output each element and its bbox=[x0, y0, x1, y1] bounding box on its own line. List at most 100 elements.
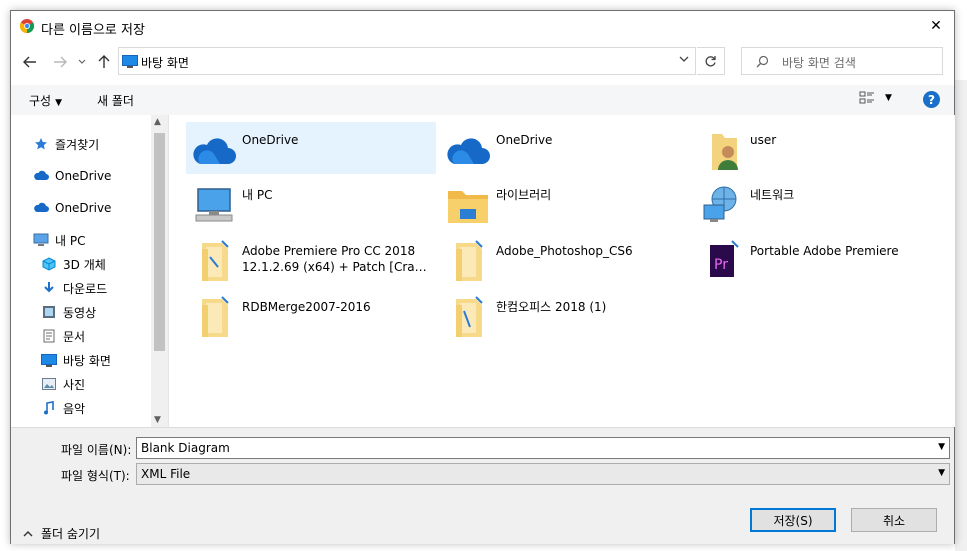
hide-folders-button[interactable]: 폴더 숨기기 bbox=[23, 525, 100, 542]
chevron-up-icon bbox=[23, 531, 33, 537]
nav-item-documents[interactable]: 문서 bbox=[41, 327, 85, 345]
chevron-down-icon[interactable] bbox=[679, 55, 689, 63]
arrow-left-icon bbox=[23, 56, 36, 68]
chevron-down-icon[interactable]: ▼ bbox=[938, 442, 945, 452]
scroll-thumb[interactable] bbox=[154, 133, 165, 351]
file-name-line2: 12.1.2.69 (x64) + Patch [Cracks... bbox=[242, 260, 432, 274]
folder-shortcut-icon bbox=[456, 296, 483, 337]
file-item-shortcut[interactable]: 한컴오피스 2018 (1) bbox=[440, 289, 690, 341]
nav-item-label: 내 PC bbox=[55, 233, 86, 248]
organize-button[interactable]: 구성 ▼ bbox=[29, 92, 62, 109]
navigation-scrollbar[interactable]: ▲ ▼ bbox=[151, 115, 168, 427]
address-location: 바탕 화면 bbox=[141, 56, 189, 70]
command-bar: 구성 ▼ 새 폴더 ▼ ? bbox=[11, 85, 954, 116]
file-name: 한컴오피스 2018 (1) bbox=[496, 300, 607, 314]
scroll-down-icon[interactable]: ▼ bbox=[154, 415, 161, 425]
organize-label: 구성 bbox=[29, 94, 52, 108]
nav-item-downloads[interactable]: 다운로드 bbox=[41, 279, 107, 297]
nav-item-favorites[interactable]: 즐겨찾기 bbox=[33, 135, 99, 153]
file-item-shortcut[interactable]: RDBMerge2007-2016 bbox=[186, 289, 436, 341]
file-name: OneDrive bbox=[496, 133, 553, 147]
star-icon bbox=[33, 136, 49, 152]
navigation-pane: 즐겨찾기 OneDrive OneDrive 내 PC 3D 개체 다운로드 동… bbox=[11, 115, 167, 427]
up-button[interactable] bbox=[93, 51, 115, 73]
view-details-icon bbox=[859, 91, 874, 104]
file-item-onedrive[interactable]: OneDrive bbox=[440, 122, 690, 174]
file-item-shortcut[interactable]: Pr Portable Adobe Premiere bbox=[694, 233, 944, 285]
nav-item-music[interactable]: 음악 bbox=[41, 399, 85, 417]
file-name: 네트워크 bbox=[750, 188, 795, 202]
svg-text:Pr: Pr bbox=[714, 257, 728, 273]
video-icon bbox=[41, 304, 57, 320]
scroll-up-icon[interactable]: ▲ bbox=[154, 117, 161, 127]
nav-item-pictures[interactable]: 사진 bbox=[41, 375, 85, 393]
premiere-shortcut-icon: Pr bbox=[710, 240, 739, 277]
help-button[interactable]: ? bbox=[923, 91, 940, 108]
nav-item-label: 문서 bbox=[63, 329, 86, 344]
folder-shortcut-icon bbox=[202, 296, 229, 337]
forward-button[interactable] bbox=[49, 51, 71, 73]
nav-item-videos[interactable]: 동영상 bbox=[41, 303, 96, 321]
save-button[interactable]: 저장(S) bbox=[750, 508, 836, 532]
search-icon bbox=[756, 55, 769, 68]
cube-icon bbox=[41, 256, 57, 272]
hide-folders-label: 폴더 숨기기 bbox=[41, 527, 101, 541]
cloud-icon bbox=[33, 200, 49, 216]
title-bar: 다른 이름으로 저장 ✕ bbox=[11, 11, 954, 41]
view-options-button[interactable]: ▼ bbox=[859, 91, 892, 105]
file-item-libraries[interactable]: 라이브러리 bbox=[440, 177, 690, 229]
search-box[interactable]: 바탕 화면 검색 bbox=[741, 47, 943, 75]
recent-locations-button[interactable] bbox=[74, 51, 90, 73]
cloud-icon bbox=[33, 168, 49, 184]
file-item-shortcut[interactable]: Adobe_Photoshop_CS6 bbox=[440, 233, 690, 285]
file-item-onedrive[interactable]: OneDrive bbox=[186, 122, 436, 174]
document-icon bbox=[41, 328, 57, 344]
music-icon bbox=[41, 400, 57, 416]
nav-item-label: 3D 개체 bbox=[63, 257, 106, 272]
filetype-select[interactable]: XML File ▼ bbox=[136, 463, 950, 485]
dialog-title: 다른 이름으로 저장 bbox=[41, 23, 145, 38]
back-button[interactable] bbox=[19, 51, 41, 73]
nav-item-onedrive[interactable]: OneDrive bbox=[33, 199, 111, 217]
file-item-user[interactable]: user bbox=[694, 122, 944, 174]
arrow-right-icon bbox=[54, 56, 67, 68]
library-folder-icon bbox=[448, 191, 488, 223]
chrome-icon bbox=[20, 19, 34, 33]
download-icon bbox=[41, 280, 57, 296]
nav-item-3d-objects[interactable]: 3D 개체 bbox=[41, 255, 106, 273]
nav-item-label: 사진 bbox=[63, 377, 86, 392]
folder-shortcut-icon bbox=[456, 240, 483, 281]
pc-icon bbox=[33, 232, 49, 248]
nav-item-label: OneDrive bbox=[55, 169, 112, 183]
search-input[interactable]: 바탕 화면 검색 bbox=[782, 54, 856, 71]
navigation-row: 바탕 화면 바탕 화면 검색 bbox=[11, 41, 954, 85]
pc-icon bbox=[195, 188, 233, 222]
address-bar[interactable]: 바탕 화면 bbox=[118, 47, 696, 75]
chevron-down-icon[interactable]: ▼ bbox=[938, 468, 945, 478]
nav-item-label: 즐겨찾기 bbox=[55, 137, 100, 152]
file-name: Portable Adobe Premiere bbox=[750, 244, 899, 258]
file-name: 라이브러리 bbox=[496, 188, 552, 202]
cancel-button[interactable]: 취소 bbox=[851, 508, 937, 532]
file-list: OneDrive OneDrive user 내 PC 라이브러리 네트워크 A… bbox=[168, 115, 955, 427]
network-icon bbox=[703, 186, 737, 222]
user-folder-icon bbox=[712, 134, 738, 170]
filename-input[interactable]: Blank Diagram ▼ bbox=[136, 437, 950, 459]
new-folder-button[interactable]: 새 폴더 bbox=[97, 92, 134, 109]
caret-down-icon: ▼ bbox=[55, 98, 63, 108]
close-button[interactable]: ✕ bbox=[918, 11, 954, 41]
file-item-this-pc[interactable]: 내 PC bbox=[186, 177, 436, 229]
refresh-button[interactable] bbox=[697, 47, 725, 75]
nav-item-onedrive[interactable]: OneDrive bbox=[33, 167, 111, 185]
nav-item-this-pc[interactable]: 내 PC bbox=[33, 231, 85, 249]
filename-value: Blank Diagram bbox=[141, 441, 230, 455]
refresh-icon bbox=[705, 55, 716, 66]
close-icon: ✕ bbox=[930, 18, 942, 34]
nav-item-desktop[interactable]: 바탕 화면 bbox=[41, 351, 111, 369]
desktop-icon bbox=[122, 55, 138, 68]
file-item-shortcut[interactable]: Adobe Premiere Pro CC 2018 12.1.2.69 (x6… bbox=[186, 233, 436, 285]
desktop-icon bbox=[41, 352, 57, 368]
file-item-network[interactable]: 네트워크 bbox=[694, 177, 944, 229]
file-name: user bbox=[750, 133, 777, 147]
background-app-edge bbox=[955, 80, 967, 551]
